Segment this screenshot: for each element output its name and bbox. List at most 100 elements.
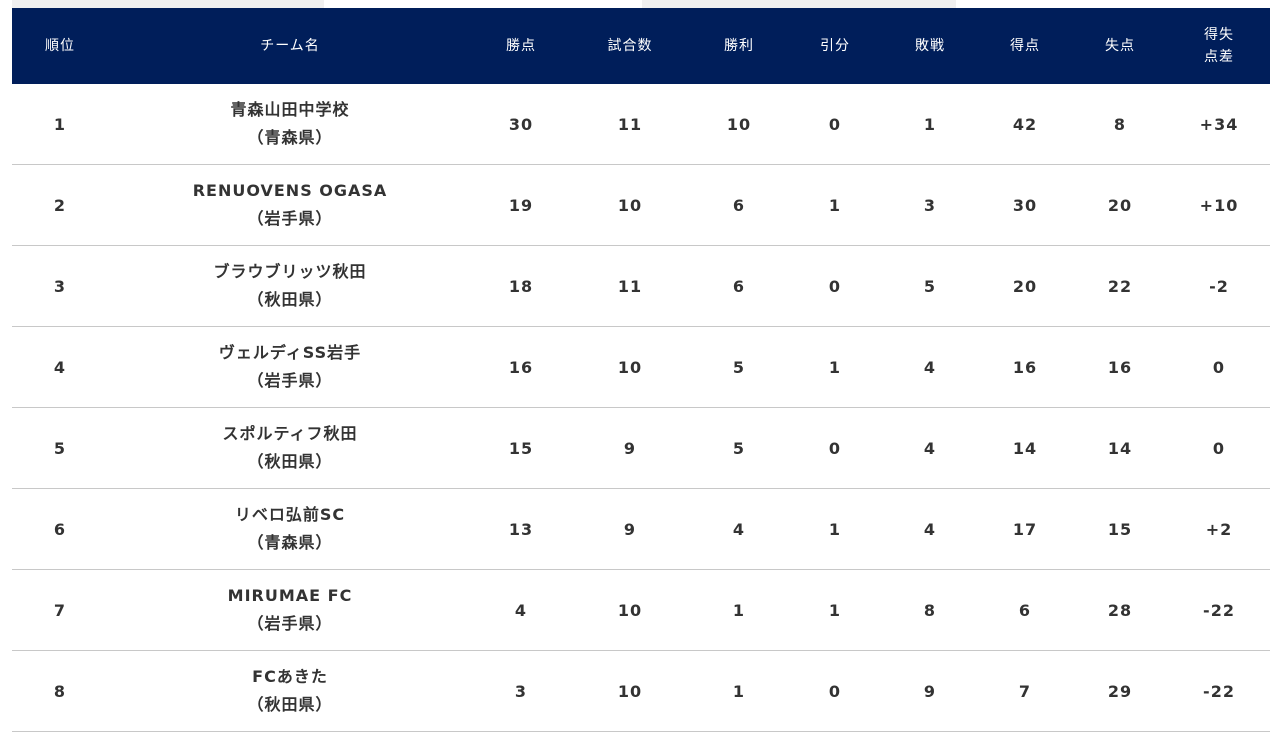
drawn-cell: 1	[828, 195, 842, 215]
won-cell: 5	[732, 357, 746, 377]
goals-against-cell: 15	[1107, 519, 1133, 539]
points-cell: 3	[514, 681, 528, 701]
goals-against-cell: 8	[1113, 114, 1127, 134]
team-prefecture: （秋田県）	[247, 290, 333, 309]
rank-cell: 6	[53, 519, 67, 539]
won-cell: 1	[732, 681, 746, 701]
header-rank: 順位	[45, 38, 75, 54]
points-cell: 18	[508, 276, 534, 296]
drawn-cell: 1	[828, 357, 842, 377]
table-row: 2 RENUOVENS OGASA （岩手県） 19 10 6 1 3 30 2…	[12, 165, 1270, 246]
table-row: 8 FCあきた （秋田県） 3 10 1 0 9 7 29 -22	[12, 651, 1270, 732]
team-cell: MIRUMAE FC （岩手県）	[190, 570, 390, 650]
standings-table: 順位 チーム名 勝点 試合数 勝利 引分 敗戦 得点 失点 得失 点差 1 青森…	[12, 8, 1270, 732]
rank-cell: 2	[53, 195, 67, 215]
lost-cell: 1	[923, 114, 937, 134]
lost-cell: 4	[923, 519, 937, 539]
table-row: 1 青森山田中学校 （青森県） 30 11 10 0 1 42 8 +34	[12, 84, 1270, 165]
rank-cell: 4	[53, 357, 67, 377]
team-cell: RENUOVENS OGASA （岩手県）	[190, 165, 390, 245]
won-cell: 6	[732, 276, 746, 296]
rank-cell: 3	[53, 276, 67, 296]
rank-cell: 5	[53, 438, 67, 458]
played-cell: 11	[617, 114, 643, 134]
goals-against-cell: 16	[1107, 357, 1133, 377]
goals-against-cell: 28	[1107, 600, 1133, 620]
won-cell: 6	[732, 195, 746, 215]
played-cell: 10	[617, 681, 643, 701]
header-goal-diff: 得失 点差	[1204, 27, 1234, 65]
lost-cell: 8	[923, 600, 937, 620]
team-name: ブラウブリッツ秋田	[213, 262, 367, 281]
goals-for-cell: 20	[1012, 276, 1038, 296]
team-prefecture: （秋田県）	[247, 695, 333, 714]
goals-for-cell: 17	[1012, 519, 1038, 539]
header-points: 勝点	[506, 38, 536, 54]
team-prefecture: （岩手県）	[247, 371, 333, 390]
table-row: 3 ブラウブリッツ秋田 （秋田県） 18 11 6 0 5 20 22 -2	[12, 246, 1270, 327]
goals-against-cell: 14	[1107, 438, 1133, 458]
won-cell: 10	[726, 114, 752, 134]
points-cell: 30	[508, 114, 534, 134]
lost-cell: 3	[923, 195, 937, 215]
drawn-cell: 1	[828, 600, 842, 620]
played-cell: 10	[617, 195, 643, 215]
points-cell: 19	[508, 195, 534, 215]
points-cell: 15	[508, 438, 534, 458]
goal-diff-cell: +34	[1199, 114, 1239, 134]
team-prefecture: （青森県）	[247, 533, 333, 552]
team-name: MIRUMAE FC	[227, 586, 353, 605]
table-row: 5 スポルティフ秋田 （秋田県） 15 9 5 0 4 14 14 0	[12, 408, 1270, 489]
team-cell: ブラウブリッツ秋田 （秋田県）	[190, 246, 390, 326]
drawn-cell: 0	[828, 276, 842, 296]
header-won: 勝利	[724, 38, 754, 54]
team-prefecture: （秋田県）	[247, 452, 333, 471]
table-row: 6 リベロ弘前SC （青森県） 13 9 4 1 4 17 15 +2	[12, 489, 1270, 570]
goal-diff-cell: -22	[1203, 681, 1235, 701]
team-name: リベロ弘前SC	[234, 505, 346, 524]
goals-against-cell: 29	[1107, 681, 1133, 701]
team-prefecture: （青森県）	[247, 128, 333, 147]
team-name: スポルティフ秋田	[222, 424, 358, 443]
goals-for-cell: 7	[1018, 681, 1032, 701]
drawn-cell: 0	[828, 438, 842, 458]
drawn-cell: 1	[828, 519, 842, 539]
goal-diff-cell: 0	[1212, 438, 1226, 458]
goals-against-cell: 22	[1107, 276, 1133, 296]
tab-placeholder-left[interactable]	[12, 0, 324, 8]
lost-cell: 4	[923, 438, 937, 458]
played-cell: 9	[623, 519, 637, 539]
goals-for-cell: 42	[1012, 114, 1038, 134]
won-cell: 5	[732, 438, 746, 458]
team-cell: FCあきた （秋田県）	[190, 651, 390, 731]
header-played: 試合数	[607, 38, 653, 54]
team-cell: スポルティフ秋田 （秋田県）	[190, 408, 390, 488]
goal-diff-cell: 0	[1212, 357, 1226, 377]
goal-diff-cell: +2	[1205, 519, 1233, 539]
team-cell: 青森山田中学校 （青森県）	[190, 84, 390, 164]
tab-placeholder-right[interactable]	[642, 0, 956, 8]
goals-for-cell: 16	[1012, 357, 1038, 377]
rank-cell: 7	[53, 600, 67, 620]
team-name: 青森山田中学校	[230, 100, 350, 119]
header-goals-for: 得点	[1010, 38, 1040, 54]
table-row: 7 MIRUMAE FC （岩手県） 4 10 1 1 8 6 28 -22	[12, 570, 1270, 651]
team-cell: ヴェルディSS岩手 （岩手県）	[190, 327, 390, 407]
played-cell: 9	[623, 438, 637, 458]
points-cell: 16	[508, 357, 534, 377]
lost-cell: 9	[923, 681, 937, 701]
played-cell: 10	[617, 600, 643, 620]
table-body: 1 青森山田中学校 （青森県） 30 11 10 0 1 42 8 +34 2 …	[12, 84, 1270, 732]
team-prefecture: （岩手県）	[247, 614, 333, 633]
header-drawn: 引分	[820, 38, 850, 54]
tab-strip	[0, 0, 1280, 8]
goals-for-cell: 14	[1012, 438, 1038, 458]
team-cell: リベロ弘前SC （青森県）	[190, 489, 390, 569]
rank-cell: 8	[53, 681, 67, 701]
header-goals-against: 失点	[1105, 38, 1135, 54]
played-cell: 11	[617, 276, 643, 296]
team-name: FCあきた	[252, 667, 328, 686]
header-lost: 敗戦	[915, 38, 945, 54]
drawn-cell: 0	[828, 681, 842, 701]
drawn-cell: 0	[828, 114, 842, 134]
